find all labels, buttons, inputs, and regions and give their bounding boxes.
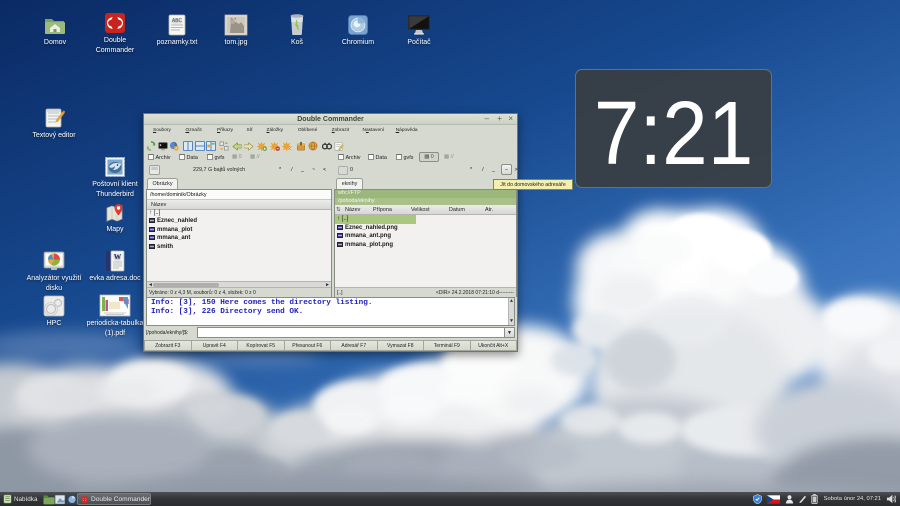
svg-text:W: W	[114, 252, 122, 261]
svg-text:ABC: ABC	[172, 18, 183, 24]
